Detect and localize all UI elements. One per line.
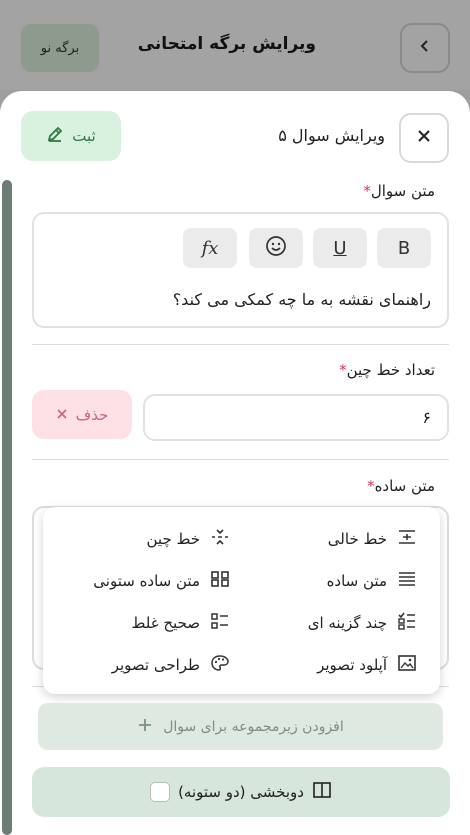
line-count-label: تعداد خط چین* [339,361,435,379]
save-button[interactable]: ثبت [21,111,121,161]
option-label: چند گزینه ای [307,614,387,632]
answer-type-dropdown: خط خالی خط چین متن ساده متن ساده ستونی چ… [43,507,440,694]
scrollbar[interactable] [2,180,12,835]
question-text-editor[interactable]: B U fx راهنمای نقشه به ما چه کمکی می کند… [32,212,449,328]
text-lines-icon [397,570,417,592]
emoji-icon [265,235,287,262]
question-text-label: متن سوال* [363,182,435,200]
underline-button[interactable]: U [313,228,367,268]
close-button[interactable] [399,113,449,163]
option-label: متن ساده [326,572,387,590]
option-label: طراحی تصویر [111,656,200,674]
two-column-label: دوبخشی (دو ستونه) [178,783,304,801]
chevron-left-icon [417,38,433,58]
divider [32,459,449,460]
delete-button[interactable]: حذف [32,390,132,439]
emoji-button[interactable] [249,228,303,268]
new-sheet-button[interactable]: برگه نو [21,24,99,72]
option-plain-text[interactable]: متن ساده [327,570,417,592]
option-true-false[interactable]: صحیح غلط [132,612,230,634]
formula-label: fx [201,237,219,259]
columns-icon [312,781,332,803]
add-subquestion-button[interactable]: افزودن زیرمجموعه برای سوال [38,703,443,750]
formula-button[interactable]: fx [183,228,237,268]
bold-button[interactable]: B [377,228,431,268]
question-text: راهنمای نقشه به ما چه کمکی می کند؟ [172,290,431,309]
two-column-checkbox[interactable] [150,782,171,802]
divider [32,344,449,345]
plus-icon [137,717,153,737]
grid-icon [210,570,230,592]
save-label: ثبت [72,127,96,145]
edit-question-title: ویرایش سوال ۵ [278,126,385,145]
dashed-line-icon [210,528,230,550]
back-button[interactable] [400,23,450,73]
page-title: ویرایش برگه امتحانی [137,34,316,54]
blank-line-icon [397,528,417,550]
option-multiple-choice[interactable]: چند گزینه ای [308,612,417,634]
option-label: صحیح غلط [131,614,200,632]
answer-type-label: متن ساده* [367,477,435,495]
option-image-upload[interactable]: آپلود تصویر [317,654,417,676]
option-column-text[interactable]: متن ساده ستونی [93,570,230,592]
image-icon [397,654,417,676]
add-subquestion-label: افزودن زیرمجموعه برای سوال [163,718,344,735]
two-column-toggle[interactable]: دوبخشی (دو ستونه) [32,767,450,817]
true-false-icon [210,612,230,634]
option-image-design[interactable]: طراحی تصویر [112,654,230,676]
option-label: خط چین [146,530,201,548]
multiple-choice-icon [397,612,417,634]
option-label: آپلود تصویر [317,656,387,674]
option-dashed-line[interactable]: خط چین [147,528,231,550]
pencil-icon [46,125,64,147]
delete-label: حذف [75,405,109,424]
close-icon [416,128,432,148]
close-icon [56,406,68,424]
line-count-input[interactable]: ۶ [143,394,449,441]
palette-icon [210,654,230,676]
option-blank-line[interactable]: خط خالی [328,528,417,550]
option-label: متن ساده ستونی [93,572,200,590]
option-label: خط خالی [327,530,387,548]
